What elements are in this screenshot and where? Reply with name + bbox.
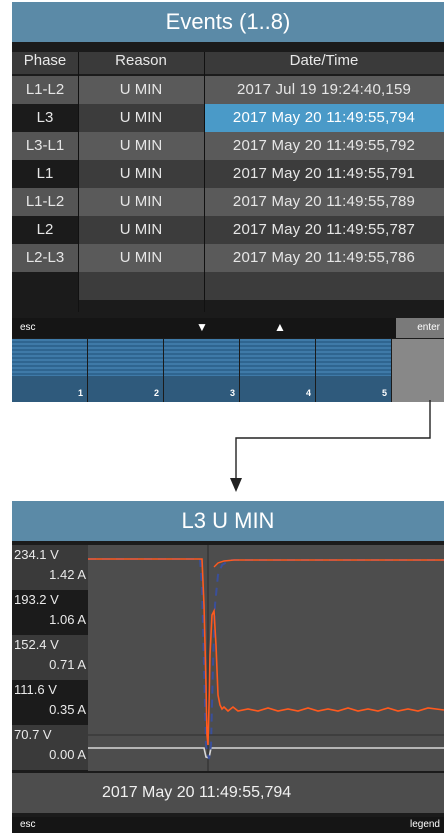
cell-reason	[78, 272, 204, 300]
function-key-3[interactable]: 3	[164, 339, 239, 402]
axis-label: 234.1 V 1.42 A	[12, 545, 88, 590]
key-shade	[12, 376, 87, 402]
waveform-screen: L3 U MIN 234.1 V 1.42 A 193.2 V 1.06 A 1…	[12, 501, 444, 833]
current-label: 1.06 A	[49, 612, 86, 627]
legend-softkey[interactable]: legend	[410, 819, 440, 830]
key-shade	[88, 376, 163, 402]
current-trace	[88, 747, 444, 760]
voltage-label: 70.7 V	[14, 727, 52, 742]
voltage-trace-top	[213, 559, 444, 568]
cell-datetime: 2017 May 20 11:49:55,787	[204, 216, 444, 244]
key-shade	[164, 376, 239, 402]
table-row[interactable]: L1-L2 U MIN 2017 Jul 19 19:24:40,159	[12, 76, 444, 104]
voltage-label: 152.4 V	[14, 637, 59, 652]
function-key-2[interactable]: 2	[88, 339, 163, 402]
esc-softkey[interactable]: esc	[20, 322, 36, 333]
cell-phase: L3-L1	[12, 132, 78, 160]
waveform-timestamp: 2017 May 20 11:49:55,794	[12, 773, 444, 813]
axis-label: 70.7 V 0.00 A	[12, 725, 88, 770]
cell-reason: U MIN	[78, 160, 204, 188]
function-key-6[interactable]	[392, 339, 444, 402]
column-header-reason[interactable]: Reason	[78, 52, 204, 69]
events-screen: Events (1..8) Phase Reason Date/Time L1-…	[12, 2, 444, 402]
enter-softkey[interactable]: enter	[396, 318, 444, 338]
voltage-label: 111.6 V	[14, 682, 57, 697]
cell-phase: L1-L2	[12, 76, 78, 104]
triangle-down-icon[interactable]: ▼	[196, 320, 208, 334]
column-divider	[78, 52, 79, 312]
cell-datetime: 2017 May 20 11:49:55,794	[204, 104, 444, 132]
cell-datetime	[204, 272, 444, 300]
axis-label: 193.2 V 1.06 A	[12, 590, 88, 635]
dashed-trace	[88, 558, 444, 760]
events-title: Events (1..8)	[12, 2, 444, 42]
cell-datetime: 2017 May 20 11:49:55,791	[204, 160, 444, 188]
function-key-label: 5	[381, 388, 387, 398]
key-shade	[240, 376, 315, 402]
cell-datetime: 2017 May 20 11:49:55,792	[204, 132, 444, 160]
waveform-title: L3 U MIN	[12, 501, 444, 541]
table-header: Phase Reason Date/Time	[12, 52, 444, 74]
table-row[interactable]: L2-L3 U MIN 2017 May 20 11:49:55,786	[12, 244, 444, 272]
table-row[interactable]: L3-L1 U MIN 2017 May 20 11:49:55,792	[12, 132, 444, 160]
cell-phase	[12, 272, 78, 300]
axis-label: 152.4 V 0.71 A	[12, 635, 88, 680]
cell-reason: U MIN	[78, 188, 204, 216]
softkey-bar: esc legend	[12, 817, 444, 833]
table-row-empty[interactable]	[12, 272, 444, 300]
cell-phase: L1-L2	[12, 188, 78, 216]
key-shade	[316, 376, 391, 402]
y-axis-labels: 234.1 V 1.42 A 193.2 V 1.06 A 152.4 V 0.…	[12, 545, 88, 771]
function-keys: 1 2 3 4 5	[12, 339, 444, 402]
waveform-plot[interactable]	[88, 545, 444, 771]
cell-reason: U MIN	[78, 216, 204, 244]
function-key-label: 3	[229, 388, 235, 398]
table-row[interactable]: L1 U MIN 2017 May 20 11:49:55,791	[12, 160, 444, 188]
cell-reason: U MIN	[78, 76, 204, 104]
arrow-down-icon	[230, 478, 242, 492]
cell-phase: L2-L3	[12, 244, 78, 272]
esc-softkey[interactable]: esc	[20, 819, 36, 830]
table-row[interactable]: L1-L2 U MIN 2017 May 20 11:49:55,789	[12, 188, 444, 216]
voltage-trace	[88, 558, 444, 746]
axis-label: 111.6 V 0.35 A	[12, 680, 88, 725]
triangle-up-icon[interactable]: ▲	[274, 320, 286, 334]
cell-reason: U MIN	[78, 104, 204, 132]
function-key-label: 1	[77, 388, 83, 398]
table-row-selected[interactable]: L3 U MIN 2017 May 20 11:49:55,794	[12, 104, 444, 132]
cell-reason: U MIN	[78, 244, 204, 272]
cell-reason: U MIN	[78, 132, 204, 160]
table-row[interactable]: L2 U MIN 2017 May 20 11:49:55,787	[12, 216, 444, 244]
flow-arrow	[230, 400, 431, 492]
cell-datetime: 2017 May 20 11:49:55,789	[204, 188, 444, 216]
cell-phase: L1	[12, 160, 78, 188]
column-divider	[204, 52, 205, 312]
current-label: 0.71 A	[49, 657, 86, 672]
current-label: 0.00 A	[49, 747, 86, 762]
events-table: L1-L2 U MIN 2017 Jul 19 19:24:40,159 L3 …	[12, 76, 444, 300]
column-header-datetime[interactable]: Date/Time	[204, 52, 444, 69]
function-key-5[interactable]: 5	[316, 339, 391, 402]
column-header-phase[interactable]: Phase	[12, 52, 78, 69]
function-key-1[interactable]: 1	[12, 339, 87, 402]
cell-datetime: 2017 Jul 19 19:24:40,159	[204, 76, 444, 104]
voltage-label: 193.2 V	[14, 592, 59, 607]
voltage-label: 234.1 V	[14, 547, 59, 562]
softkey-bar: esc ▼ ▲ enter	[12, 318, 444, 338]
current-label: 1.42 A	[49, 567, 86, 582]
function-key-label: 4	[305, 388, 311, 398]
cell-datetime: 2017 May 20 11:49:55,786	[204, 244, 444, 272]
function-key-label: 2	[153, 388, 159, 398]
current-label: 0.35 A	[49, 702, 86, 717]
flow-arrow-line	[235, 400, 431, 482]
cell-phase: L3	[12, 104, 78, 132]
cell-phase: L2	[12, 216, 78, 244]
function-key-4[interactable]: 4	[240, 339, 315, 402]
